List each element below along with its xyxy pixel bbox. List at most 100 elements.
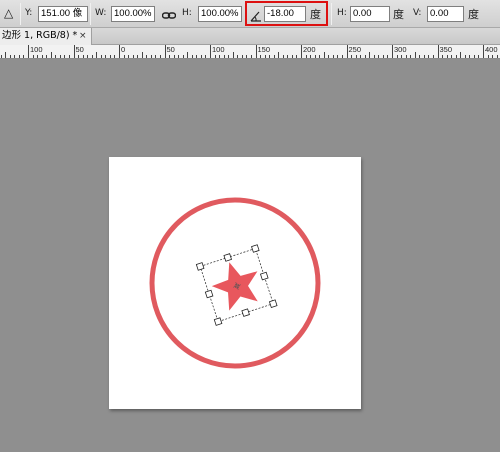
ruler-minor-tick <box>64 55 66 58</box>
ruler-minor-tick <box>264 55 266 58</box>
ruler-major-tick <box>392 45 393 58</box>
ruler-minor-tick <box>273 55 275 58</box>
ruler-minor-tick <box>278 52 280 58</box>
ruler-major-tick <box>437 45 439 58</box>
document-canvas[interactable] <box>109 157 361 409</box>
ruler-minor-tick <box>196 55 198 58</box>
ruler-minor-tick <box>223 55 225 58</box>
transform-handle[interactable] <box>223 253 233 262</box>
h-skew-field[interactable]: 0.00 <box>350 6 390 22</box>
ruler-minor-tick <box>96 52 98 58</box>
ruler-minor-tick <box>291 55 293 58</box>
ruler-minor-tick <box>50 52 52 58</box>
width-field[interactable]: 100.00% <box>111 6 155 22</box>
options-bar: △ Y: 151.00 像 W: 100.00% H: 100.00% -18.… <box>0 0 500 28</box>
ruler-label: 50 <box>75 45 84 54</box>
separator <box>331 3 332 25</box>
ruler-label: 250 <box>348 45 362 54</box>
ruler-label: 50 <box>166 45 175 54</box>
ruler-major-tick <box>346 45 348 58</box>
ruler-minor-tick <box>141 52 143 58</box>
ruler-minor-tick <box>364 55 366 58</box>
ruler-minor-tick <box>378 55 380 58</box>
ruler-minor-tick <box>100 55 102 58</box>
height-field[interactable]: 100.00% <box>198 6 242 22</box>
document-tab-bar: 边形 1, RGB/8) * × <box>0 28 500 45</box>
ruler-minor-tick <box>87 55 89 58</box>
ruler-minor-tick <box>496 55 498 58</box>
ruler-minor-tick <box>241 55 243 58</box>
horizontal-ruler[interactable]: 10050050100150200250300350400450 <box>0 45 500 59</box>
v-skew-field[interactable]: 0.00 <box>427 6 464 22</box>
h-skew-unit: 度 <box>393 8 404 21</box>
ruler-minor-tick <box>269 55 271 58</box>
ruler-minor-tick <box>128 55 130 58</box>
ruler-minor-tick <box>250 55 252 58</box>
ruler-minor-tick <box>114 55 116 58</box>
ruler-minor-tick <box>442 55 444 58</box>
ruler-minor-tick <box>396 55 398 58</box>
ruler-minor-tick <box>328 55 330 58</box>
transform-handle[interactable] <box>241 308 250 317</box>
ruler-minor-tick <box>369 52 371 58</box>
ruler-minor-tick <box>296 55 298 58</box>
ruler-major-tick <box>483 45 484 58</box>
ruler-minor-tick <box>460 52 462 58</box>
ruler-minor-tick <box>137 55 139 58</box>
ruler-minor-tick <box>9 55 11 58</box>
ruler-minor-tick <box>46 55 48 58</box>
ruler-minor-tick <box>355 55 357 58</box>
ruler-minor-tick <box>246 55 248 58</box>
ruler-minor-tick <box>173 55 175 58</box>
ruler-minor-tick <box>464 55 466 58</box>
ruler-major-tick <box>73 45 75 58</box>
document-tab-title: 边形 1, RGB/8) * <box>2 30 78 41</box>
ruler-minor-tick <box>414 52 416 58</box>
ruler-label: 300 <box>394 45 407 54</box>
ruler-minor-tick <box>260 55 262 58</box>
chain-link-icon[interactable] <box>161 7 177 26</box>
ruler-minor-tick <box>387 55 389 58</box>
ruler-minor-tick <box>37 55 39 58</box>
transform-handle[interactable] <box>204 289 214 299</box>
ruler-minor-tick <box>287 55 289 58</box>
ruler-minor-tick <box>5 52 7 58</box>
triangle-reference-icon[interactable]: △ <box>4 6 13 20</box>
ruler-minor-tick <box>228 55 230 58</box>
transform-handle[interactable] <box>268 299 278 308</box>
transform-handle[interactable] <box>251 244 260 253</box>
ruler-minor-tick <box>469 55 471 58</box>
ruler-major-tick <box>210 45 211 58</box>
ruler-label: 400 <box>485 45 498 54</box>
ruler-major-tick <box>119 45 120 58</box>
ruler-minor-tick <box>310 55 312 58</box>
ruler-minor-tick <box>200 55 202 58</box>
ruler-minor-tick <box>419 55 421 58</box>
ruler-label: 100 <box>212 45 225 54</box>
ruler-minor-tick <box>23 55 25 58</box>
ruler-minor-tick <box>237 55 239 58</box>
ruler-minor-tick <box>423 55 425 58</box>
transform-handle[interactable] <box>259 271 269 281</box>
ruler-minor-tick <box>341 55 343 58</box>
ruler-minor-tick <box>332 55 334 58</box>
ruler-minor-tick <box>451 55 453 58</box>
ruler-minor-tick <box>373 55 375 58</box>
ruler-minor-tick <box>401 55 403 58</box>
ruler-label: 350 <box>439 45 453 54</box>
ruler-label: 150 <box>257 45 271 54</box>
transform-handle[interactable] <box>213 317 223 326</box>
ruler-minor-tick <box>146 55 148 58</box>
h-label: H: <box>182 8 192 18</box>
v-skew-label: V: <box>413 8 422 18</box>
ruler-minor-tick <box>41 55 43 58</box>
transform-handle[interactable] <box>195 262 205 271</box>
ruler-minor-tick <box>59 55 61 58</box>
ruler-major-tick <box>255 45 257 58</box>
close-tab-icon[interactable]: × <box>79 28 87 44</box>
angle-highlight-box <box>245 1 328 26</box>
separator <box>90 3 91 25</box>
y-field[interactable]: 151.00 像 <box>38 6 88 22</box>
ruler-minor-tick <box>32 55 34 58</box>
ruler-minor-tick <box>155 55 157 58</box>
